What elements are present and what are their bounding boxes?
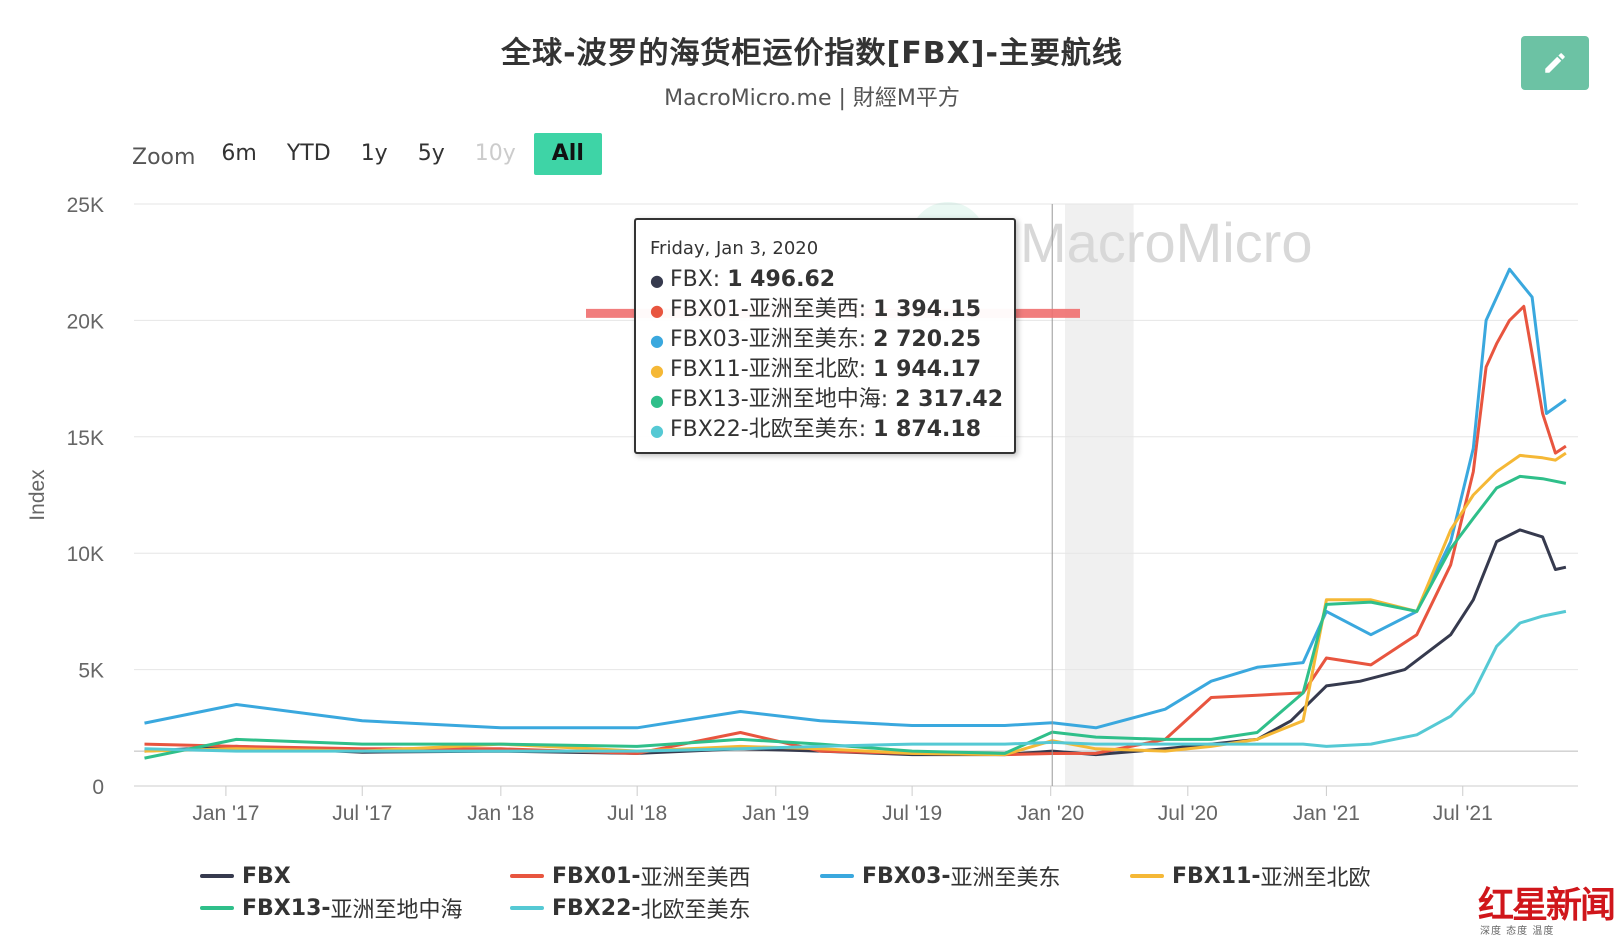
legend-name: 北欧至美东	[640, 898, 751, 923]
legend-item-fbx11[interactable]: FBX11- 亚洲至北欧	[1130, 862, 1440, 891]
y-tick-label: 25K	[67, 194, 104, 217]
y-tick-label: 15K	[67, 427, 104, 450]
y-tick-label: 5K	[78, 660, 104, 683]
x-tick-label: Jan '17	[192, 802, 259, 825]
legend-name: 亚洲至美西	[640, 866, 751, 891]
legend-name: 亚洲至北欧	[1260, 866, 1371, 891]
tooltip-series-value: 1 394.15	[873, 297, 982, 322]
legend-code: FBX	[242, 863, 291, 889]
chart-legend: FBX FBX01- 亚洲至美西 FBX03- 亚洲至美东 FBX11- 亚洲至北欧 …	[200, 862, 1450, 923]
legend-code: FBX03-	[862, 863, 951, 889]
tooltip-row: ● FBX03-亚洲至美东: 2 720.25	[650, 327, 982, 352]
tooltip-series-name: FBX11-亚洲至北欧	[669, 357, 859, 382]
tooltip-series-value: 2 720.25	[873, 327, 982, 352]
legend-item-fbx03[interactable]: FBX03- 亚洲至美东	[820, 862, 1130, 891]
x-tick-label: Jan '21	[1293, 802, 1360, 825]
news-logo: 红星新闻	[1478, 884, 1616, 926]
legend-item-fbx22[interactable]: FBX22- 北欧至美东	[510, 894, 820, 923]
series-dot-icon: ●	[650, 301, 664, 320]
y-tick-label: 20K	[67, 310, 104, 333]
watermark-text: MacroMicro	[1020, 211, 1312, 274]
tooltip-series-name: FBX01-亚洲至美西	[669, 297, 859, 322]
tooltip-series-value: 1 496.62	[727, 267, 836, 292]
x-tick-label: Jul '19	[882, 802, 942, 825]
series-dot-icon: ●	[650, 421, 664, 440]
legend-swatch	[510, 874, 544, 878]
series-dot-icon: ●	[650, 271, 664, 290]
tooltip-series-name: FBX22-北欧至美东	[669, 417, 859, 442]
legend-code: FBX01-	[552, 863, 641, 889]
legend-code: FBX11-	[1172, 863, 1261, 889]
tooltip-series-name: FBX	[669, 267, 713, 292]
x-tick-label: Jul '20	[1158, 802, 1218, 825]
news-logo-slogan: 深度 态度 温度	[1480, 926, 1555, 937]
chart-page: 全球-波罗的海货柜运价指数[FBX]-主要航线 MacroMicro.me | …	[0, 0, 1624, 946]
x-tick-label: Jul '18	[607, 802, 667, 825]
legend-swatch	[1130, 874, 1164, 878]
series-dot-icon: ●	[650, 391, 664, 410]
series-line-4[interactable]	[144, 474, 1567, 760]
tooltip-series-value: 2 317.42	[895, 387, 1004, 412]
tooltip-row: ● FBX11-亚洲至北欧: 1 944.17	[650, 357, 982, 382]
legend-name: 亚洲至美东	[950, 866, 1061, 891]
tooltip-row: ● FBX22-北欧至美东: 1 874.18	[650, 417, 982, 442]
x-tick-label: Jan '18	[467, 802, 534, 825]
legend-swatch	[820, 874, 854, 878]
legend-code: FBX22-	[552, 895, 641, 921]
shaded-period-band	[1065, 204, 1134, 786]
tooltip-series-name: FBX13-亚洲至地中海	[669, 387, 881, 412]
line-chart[interactable]: MacroMicro 0 5K 10K 15K 20K 25K Jan '17 Jul '17…	[0, 0, 1624, 946]
legend-name: 亚洲至地中海	[330, 898, 463, 923]
legend-item-fbx[interactable]: FBX	[200, 862, 510, 890]
y-tick-label: 10K	[67, 543, 104, 566]
tooltip-series-value: 1 874.18	[873, 417, 982, 442]
legend-item-fbx13[interactable]: FBX13- 亚洲至地中海	[200, 894, 510, 923]
chart-tooltip: Friday, Jan 3, 2020 ● FBX: 1 496.62 ● FBX0…	[634, 218, 1016, 454]
x-tick-label: Jan '19	[742, 802, 809, 825]
legend-swatch	[200, 874, 234, 878]
legend-item-fbx01[interactable]: FBX01- 亚洲至美西	[510, 862, 820, 891]
legend-swatch	[200, 906, 234, 910]
y-axis-title: Index	[26, 469, 49, 521]
series-dot-icon: ●	[650, 331, 664, 350]
tooltip-row: ● FBX: 1 496.62	[650, 267, 836, 292]
x-tick-label: Jan '20	[1017, 802, 1084, 825]
x-tick-label: Jul '17	[332, 802, 392, 825]
x-tick-label: Jul '21	[1433, 802, 1493, 825]
legend-swatch	[510, 906, 544, 910]
tooltip-row: ● FBX13-亚洲至地中海: 2 317.42	[650, 387, 1004, 412]
series-dot-icon: ●	[650, 361, 664, 380]
tooltip-date: Friday, Jan 3, 2020	[650, 238, 819, 259]
tooltip-series-name: FBX03-亚洲至美东	[669, 327, 859, 352]
legend-code: FBX13-	[242, 895, 331, 921]
tooltip-series-value: 1 944.17	[873, 357, 982, 382]
y-tick-label: 0	[92, 776, 104, 799]
tooltip-row: ● FBX01-亚洲至美西: 1 394.15	[650, 297, 982, 322]
